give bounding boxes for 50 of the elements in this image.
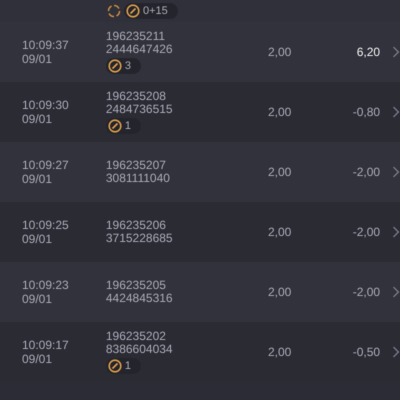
- bet-code: 3715228685: [106, 232, 174, 245]
- bet-code: 3081111040: [106, 172, 171, 185]
- result-amount: -0,80: [352, 105, 380, 119]
- bet-row[interactable]: 10:09:37 09/01 196235211 2444647426 3 2,00 6,20: [0, 22, 400, 82]
- ticket-number: 196235202: [106, 330, 167, 343]
- ticket-number: 196235205: [106, 279, 167, 292]
- ticket-number: 196235211: [106, 30, 166, 43]
- count-badge: 0+15: [124, 3, 178, 19]
- bet-time: 10:09:27: [22, 158, 70, 172]
- spinner-icon: [107, 4, 121, 18]
- result-amount: -2,00: [352, 225, 380, 239]
- bet-time: 10:09:25: [22, 218, 70, 232]
- bet-time: 10:09:23: [22, 278, 70, 292]
- bet-row[interactable]: 10:09:27 09/01 196235207 3081111040 2,00 -2,00: [0, 142, 400, 202]
- bet-date: 09/01: [22, 52, 54, 66]
- bet-code: 2484736515: [106, 103, 174, 116]
- count-badge: 1: [106, 358, 141, 374]
- result-amount: 6,20: [356, 45, 380, 59]
- chevron-right-icon: [392, 226, 400, 238]
- ticket-number: 196235207: [106, 159, 167, 172]
- bet-date: 09/01: [22, 112, 54, 126]
- result-amount: -2,00: [352, 285, 380, 299]
- stake-amount: 2,00: [266, 345, 292, 359]
- bet-code: 2444647426: [106, 43, 174, 56]
- count-badge: 3: [106, 58, 141, 74]
- chevron-right-icon: [392, 166, 400, 178]
- stake-amount: 2,00: [266, 225, 292, 239]
- bet-date: 09/01: [22, 172, 54, 186]
- chevron-right-icon: [392, 346, 400, 358]
- chevron-right-icon: [392, 46, 400, 58]
- ticket-number: 196235208: [106, 90, 167, 103]
- result-amount: -0,50: [352, 345, 380, 359]
- bet-code: 8386604034: [106, 343, 174, 356]
- bet-row[interactable]: 10:09:23 09/01 196235205 4424845316 2,00 -2,00: [0, 262, 400, 322]
- bet-code: 4424845316: [106, 292, 174, 305]
- bet-time: 10:09:17: [22, 338, 70, 352]
- result-amount: -2,00: [352, 165, 380, 179]
- bet-time: 10:09:37: [22, 38, 70, 52]
- ticket-number: 196235206: [106, 219, 167, 232]
- bet-date: 09/01: [22, 292, 54, 306]
- stake-amount: 2,00: [266, 45, 292, 59]
- stake-amount: 2,00: [266, 165, 292, 179]
- bet-time: 10:09:30: [22, 98, 70, 112]
- chevron-right-icon: [392, 106, 400, 118]
- bet-date: 09/01: [22, 352, 54, 366]
- stake-amount: 2,00: [266, 105, 292, 119]
- chevron-right-icon: [392, 286, 400, 298]
- stake-amount: 2,00: [266, 285, 292, 299]
- count-badge: 1: [106, 118, 141, 134]
- bet-date: 09/01: [22, 232, 54, 246]
